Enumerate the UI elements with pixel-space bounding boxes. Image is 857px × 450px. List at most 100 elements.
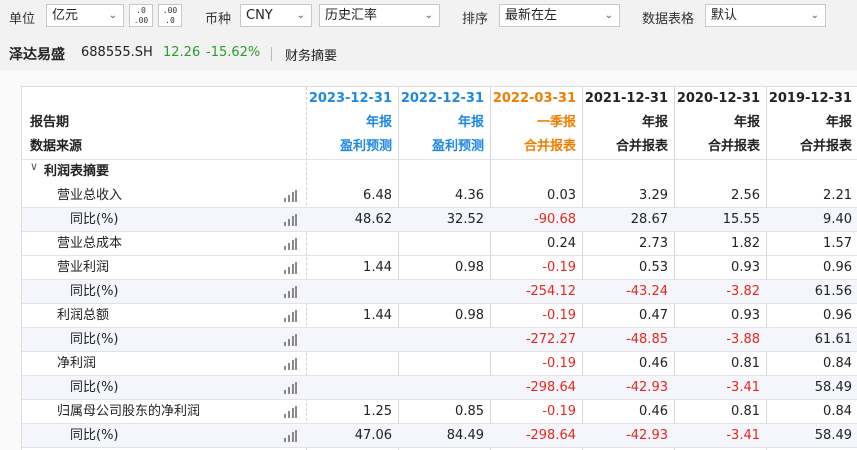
header-date-row: 2023-12-31 2022-12-31 2022-03-31 2021-12… <box>22 87 857 111</box>
stock-name: 泽达易盛 <box>9 47 65 63</box>
row-label: 净利润 <box>57 356 97 371</box>
table-cell: -42.93 <box>626 428 668 443</box>
table-cell: 0.84 <box>823 356 852 371</box>
row-label: 同比(%) <box>70 284 119 299</box>
row-label: 同比(%) <box>70 428 119 443</box>
table-cell: 1.57 <box>823 236 852 251</box>
table-cell: -0.19 <box>542 404 576 419</box>
table-cell: 1.44 <box>363 308 392 323</box>
bar-chart-icon[interactable] <box>284 190 297 202</box>
bar-chart-icon[interactable] <box>284 358 297 370</box>
bar-chart-icon[interactable] <box>284 382 297 394</box>
bar-chart-icon[interactable] <box>284 238 297 250</box>
column-report-type: 年报 <box>733 115 760 130</box>
table-row: 同比(%) -298.64 -42.93 -3.41 58.49 <box>22 376 857 400</box>
table-cell: 0.81 <box>731 356 760 371</box>
bar-chart-icon[interactable] <box>284 214 297 226</box>
table-cell: -43.24 <box>626 284 668 299</box>
decrease-decimal-button[interactable]: .0.00 <box>129 4 153 27</box>
collapse-caret-icon[interactable]: ∨ <box>30 160 38 173</box>
row-label: 同比(%) <box>70 380 119 395</box>
table-cell: 47.06 <box>354 428 392 443</box>
column-source: 盈利预测 <box>431 139 484 154</box>
table-cell: 0.96 <box>823 308 852 323</box>
table-cell: -42.93 <box>626 380 668 395</box>
table-cell: 0.47 <box>639 308 668 323</box>
table-row: 营业总收入 6.48 4.36 0.03 3.29 2.56 2.21 <box>22 184 857 208</box>
currency-select[interactable]: CNY ⌄ <box>240 4 312 27</box>
table-cell: 15.55 <box>722 212 760 227</box>
table-row: 同比(%) -254.12 -43.24 -3.82 61.56 <box>22 280 857 304</box>
table-cell: -48.85 <box>626 332 668 347</box>
bar-chart-icon[interactable] <box>284 406 297 418</box>
table-cell: 0.81 <box>731 404 760 419</box>
column-source: 盈利预测 <box>339 139 392 154</box>
bar-chart-icon[interactable] <box>284 334 297 346</box>
table-cell: 2.56 <box>731 188 760 203</box>
table-cell: 0.46 <box>639 356 668 371</box>
table-cell <box>398 280 490 304</box>
column-source: 合并报表 <box>799 139 852 154</box>
table-cell <box>306 376 398 400</box>
format-label: 数据表格 <box>642 12 695 27</box>
section-row-income-summary[interactable]: ∨ 利润表摘要 <box>22 160 857 184</box>
table-cell: 6.48 <box>363 188 392 203</box>
column-report-type: 年报 <box>641 115 668 130</box>
financial-summary-link[interactable]: 财务摘要 <box>285 45 337 64</box>
bar-chart-icon[interactable] <box>284 286 297 298</box>
exchange-rate-select[interactable]: 历史汇率 ⌄ <box>319 4 440 27</box>
table-cell: -3.82 <box>726 284 760 299</box>
stock-price: 12.26 <box>163 45 201 60</box>
table-row: 归属母公司股东的净利润 1.25 0.85 -0.19 0.46 0.81 0.84 <box>22 400 857 424</box>
table-cell <box>306 328 398 352</box>
financial-table-panel: 2023-12-31 2022-12-31 2022-03-31 2021-12… <box>0 70 857 450</box>
column-date[interactable]: 2022-12-31 <box>398 87 490 111</box>
table-cell <box>398 328 490 352</box>
chevron-down-icon: ⌄ <box>424 10 433 21</box>
table-row: 营业总成本 0.24 2.73 1.82 1.57 <box>22 232 857 256</box>
header-source-row: 数据来源 盈利预测 盈利预测 合并报表 合并报表 合并报表 合并报表 <box>22 135 857 159</box>
period-header-label: 报告期 <box>30 115 70 130</box>
row-label: 营业总成本 <box>57 236 123 251</box>
unit-select[interactable]: 亿元 ⌄ <box>46 4 124 27</box>
column-report-type: 年报 <box>825 115 852 130</box>
table-cell: -90.68 <box>534 212 576 227</box>
table-cell <box>398 232 490 256</box>
table-cell: 28.67 <box>630 212 668 227</box>
table-row: 同比(%) -272.27 -48.85 -3.88 61.61 <box>22 328 857 352</box>
sort-value: 最新在左 <box>505 8 558 23</box>
bar-chart-icon[interactable] <box>284 262 297 274</box>
table-cell: 2.73 <box>639 236 668 251</box>
sort-select[interactable]: 最新在左 ⌄ <box>499 4 620 27</box>
header-period-row: 报告期 年报 年报 一季报 年报 年报 年报 <box>22 111 857 135</box>
table-cell: 0.98 <box>455 308 484 323</box>
column-date[interactable]: 2023-12-31 <box>306 87 398 111</box>
column-date[interactable]: 2019-12-31 <box>766 87 857 111</box>
table-cell: 1.25 <box>363 404 392 419</box>
column-date[interactable]: 2022-03-31 <box>490 87 582 111</box>
toolbar: 单位 亿元 ⌄ .0.00 .00.0 币种 CNY ⌄ 历史汇率 ⌄ 排序 最… <box>0 0 857 32</box>
sort-label: 排序 <box>462 12 489 27</box>
table-cell: -298.64 <box>525 380 576 395</box>
bar-chart-icon[interactable] <box>284 310 297 322</box>
column-report-type: 年报 <box>457 115 484 130</box>
table-cell: 0.93 <box>731 308 760 323</box>
column-date[interactable]: 2021-12-31 <box>582 87 674 111</box>
table-cell: 61.61 <box>814 332 852 347</box>
table-cell <box>398 352 490 376</box>
row-label: 同比(%) <box>70 332 119 347</box>
section-title: 利润表摘要 <box>44 164 110 179</box>
table-cell: -0.19 <box>542 308 576 323</box>
column-date[interactable]: 2020-12-31 <box>674 87 766 111</box>
row-label: 营业利润 <box>57 260 110 275</box>
format-select[interactable]: 默认 ⌄ <box>705 4 826 27</box>
table-row: 同比(%) 47.06 84.49 -298.64 -42.93 -3.41 58.49 <box>22 424 857 448</box>
table-row: 营业利润 1.44 0.98 -0.19 0.53 0.93 0.96 <box>22 256 857 280</box>
table-cell: 1.82 <box>731 236 760 251</box>
exchange-rate-value: 历史汇率 <box>325 8 378 23</box>
increase-decimal-button[interactable]: .00.0 <box>158 4 182 27</box>
table-cell: -272.27 <box>525 332 576 347</box>
bar-chart-icon[interactable] <box>284 430 297 442</box>
column-source: 合并报表 <box>707 139 760 154</box>
currency-value: CNY <box>246 8 273 23</box>
